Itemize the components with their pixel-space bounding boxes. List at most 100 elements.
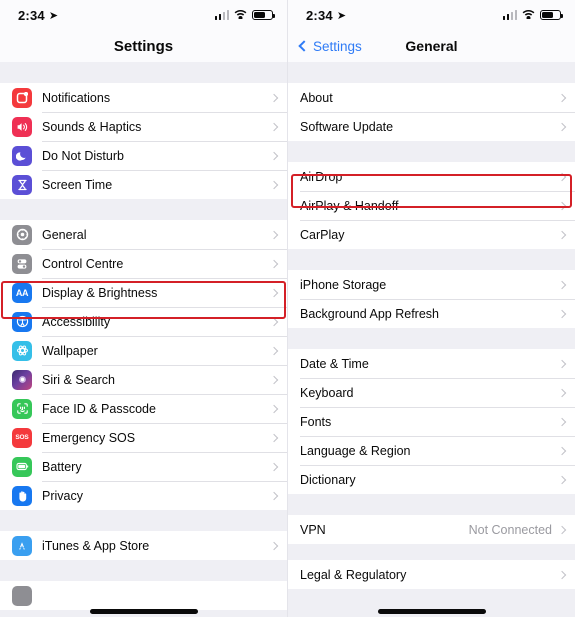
sidebar-item-accessibility[interactable]: Accessibility [0, 307, 287, 336]
sounds-icon [12, 116, 32, 137]
list-item-software-update[interactable]: Software Update [288, 112, 575, 141]
right-phone-screen: 2:34 ➤ Settings General About Software U… [288, 0, 575, 617]
list-item-label: CarPlay [300, 227, 345, 242]
home-indicator [377, 609, 486, 614]
sidebar-item-emergency-sos[interactable]: SOS Emergency SOS [0, 423, 287, 452]
list-item-dictionary[interactable]: Dictionary [288, 465, 575, 494]
list-item-iphone-storage[interactable]: iPhone Storage [288, 270, 575, 299]
sidebar-item-label: General [42, 227, 87, 242]
list-item-label: Background App Refresh [300, 306, 439, 321]
sidebar-item-wallpaper[interactable]: Wallpaper [0, 336, 287, 365]
app-store-icon [12, 535, 32, 556]
chevron-right-icon [269, 491, 279, 500]
wifi-icon [234, 6, 247, 24]
sidebar-item-display-brightness[interactable]: AA Display & Brightness [0, 278, 287, 307]
sidebar-item-general[interactable]: General [0, 220, 287, 249]
list-item-label: AirPlay & Handoff [300, 198, 399, 213]
face-id-icon [12, 398, 32, 419]
chevron-right-icon [269, 462, 279, 471]
chevron-right-icon [557, 417, 567, 426]
chevron-right-icon [269, 346, 279, 355]
general-list[interactable]: About Software Update AirDrop AirPlay & … [288, 62, 575, 617]
list-item-label: Software Update [300, 119, 394, 134]
sidebar-item-battery[interactable]: Battery [0, 452, 287, 481]
chevron-right-icon [557, 280, 567, 289]
list-item-fonts[interactable]: Fonts [288, 407, 575, 436]
sidebar-item-control-centre[interactable]: Control Centre [0, 249, 287, 278]
sidebar-item-label: iTunes & App Store [42, 538, 150, 553]
list-item-about[interactable]: About [288, 83, 575, 112]
list-item-airdrop[interactable]: AirDrop [288, 162, 575, 191]
general-group-2: AirDrop AirPlay & Handoff CarPlay [288, 162, 575, 249]
list-item-label: AirDrop [300, 169, 343, 184]
privacy-hand-icon [12, 485, 32, 506]
battery-icon [540, 9, 564, 21]
sidebar-item-label: Privacy [42, 488, 83, 503]
sidebar-item-siri-search[interactable]: Siri & Search [0, 365, 287, 394]
chevron-right-icon [557, 201, 567, 210]
list-item-legal-regulatory[interactable]: Legal & Regulatory [288, 560, 575, 589]
sidebar-item-do-not-disturb[interactable]: Do Not Disturb [0, 141, 287, 170]
chevron-right-icon [557, 388, 567, 397]
settings-list[interactable]: Notifications Sounds & Haptics Do Not Di… [0, 62, 287, 617]
chevron-right-icon [269, 288, 279, 297]
chevron-right-icon [269, 180, 279, 189]
chevron-right-icon [557, 230, 567, 239]
location-arrow-icon: ➤ [336, 9, 347, 22]
sidebar-item-face-id-passcode[interactable]: Face ID & Passcode [0, 394, 287, 423]
group-spacer [288, 494, 575, 515]
control-centre-icon [12, 253, 32, 274]
general-group-6: Legal & Regulatory [288, 560, 575, 589]
sidebar-item-label: Face ID & Passcode [42, 401, 156, 416]
group-spacer [288, 62, 575, 83]
sidebar-item-privacy[interactable]: Privacy [0, 481, 287, 510]
list-item-vpn[interactable]: VPN Not Connected [288, 515, 575, 544]
general-group-3: iPhone Storage Background App Refresh [288, 270, 575, 328]
gear-icon [12, 224, 32, 245]
chevron-right-icon [269, 541, 279, 550]
general-group-5: VPN Not Connected [288, 515, 575, 544]
battery-icon [252, 9, 276, 21]
dual-phone-screenshot: 2:34 ➤ Settings Notifications Sounds & H… [0, 0, 575, 617]
emergency-sos-icon: SOS [12, 427, 32, 448]
settings-group-1: Notifications Sounds & Haptics Do Not Di… [0, 83, 287, 199]
wallpaper-icon [12, 340, 32, 361]
screen-time-icon [12, 174, 32, 195]
status-bar-left-cluster: 2:34 ➤ [306, 8, 346, 23]
location-arrow-icon: ➤ [48, 9, 59, 22]
sidebar-item-label: Wallpaper [42, 343, 98, 358]
list-item-label: About [300, 90, 333, 105]
do-not-disturb-icon [12, 145, 32, 166]
chevron-right-icon [269, 230, 279, 239]
sidebar-item-itunes-app-store[interactable]: iTunes & App Store [0, 531, 287, 560]
accessibility-icon [12, 311, 32, 332]
list-item-background-app-refresh[interactable]: Background App Refresh [288, 299, 575, 328]
sidebar-item-screen-time[interactable]: Screen Time [0, 170, 287, 199]
sidebar-item-label: Control Centre [42, 256, 124, 271]
sidebar-item-partial[interactable] [0, 581, 287, 610]
list-item-language-region[interactable]: Language & Region [288, 436, 575, 465]
sidebar-item-notifications[interactable]: Notifications [0, 83, 287, 112]
sidebar-item-sounds-haptics[interactable]: Sounds & Haptics [0, 112, 287, 141]
status-bar-right-cluster [214, 6, 276, 24]
general-group-4: Date & Time Keyboard Fonts Language & Re… [288, 349, 575, 494]
status-bar-right: 2:34 ➤ [288, 0, 575, 30]
left-phone-screen: 2:34 ➤ Settings Notifications Sounds & H… [0, 0, 288, 617]
list-item-date-time[interactable]: Date & Time [288, 349, 575, 378]
chevron-right-icon [557, 122, 567, 131]
list-item-airplay-handoff[interactable]: AirPlay & Handoff [288, 191, 575, 220]
sidebar-item-label: Siri & Search [42, 372, 115, 387]
list-item-keyboard[interactable]: Keyboard [288, 378, 575, 407]
notifications-icon [12, 87, 32, 108]
siri-icon [12, 369, 32, 390]
sidebar-item-label: Notifications [42, 90, 111, 105]
sidebar-item-label: Screen Time [42, 177, 113, 192]
chevron-right-icon [557, 359, 567, 368]
group-spacer [0, 199, 287, 220]
back-button[interactable]: Settings [298, 39, 362, 54]
list-item-carplay[interactable]: CarPlay [288, 220, 575, 249]
list-item-label: Dictionary [300, 472, 356, 487]
wifi-icon [522, 6, 535, 24]
cellular-signal-icon [214, 10, 229, 20]
list-item-label: VPN [300, 522, 326, 537]
